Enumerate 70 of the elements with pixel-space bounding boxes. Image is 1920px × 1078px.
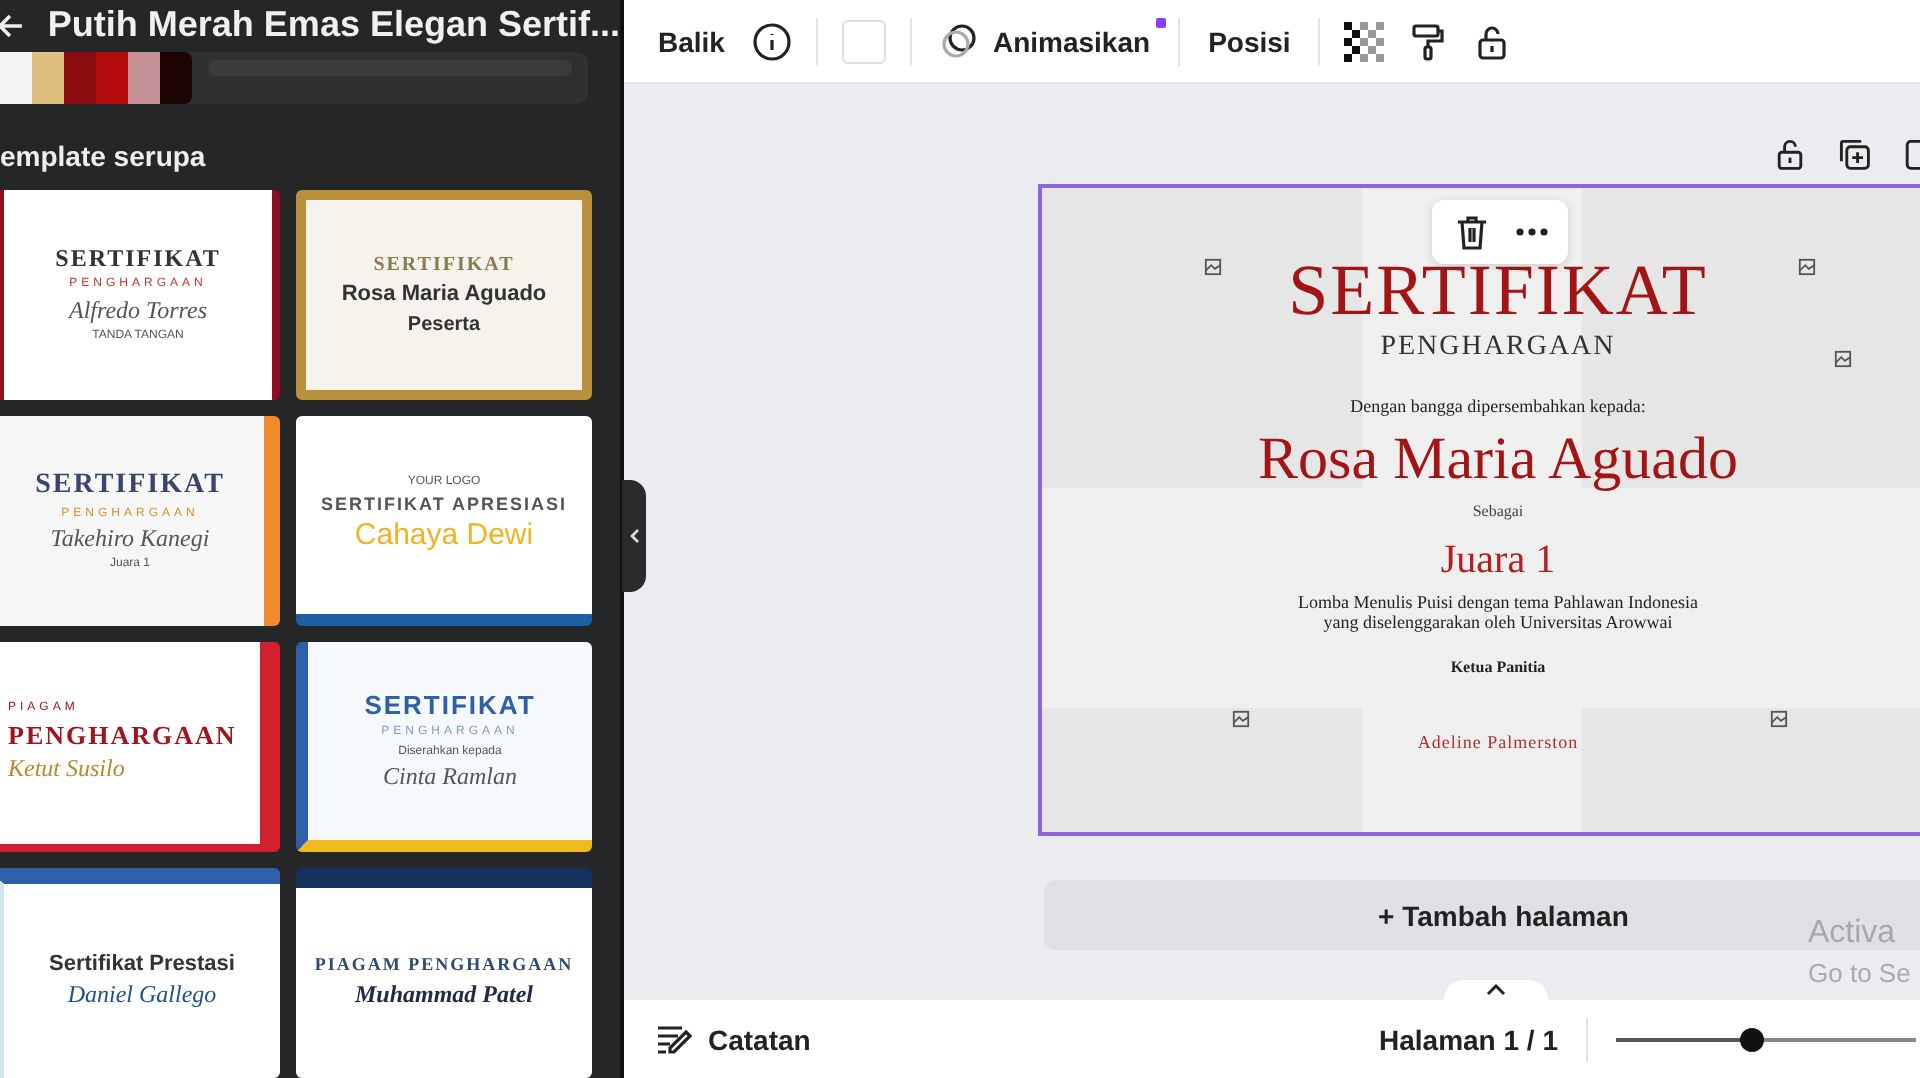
expand-pages-button[interactable] — [1444, 980, 1548, 1000]
template-text: Rosa Maria Aguado — [341, 282, 547, 308]
watermark-text: Go to Se — [1808, 958, 1911, 988]
watermark-text: Activa — [1808, 916, 1896, 952]
broken-image-icon — [1204, 258, 1222, 276]
color-swatch[interactable] — [128, 52, 160, 104]
certificate-text: Lomba Menulis Puisi dengan tema Pahlawan Indonesia — [1298, 593, 1698, 614]
template-text: Cahaya Dewi — [354, 520, 534, 554]
template-text: PIAGAM PENGHARGAAN — [314, 956, 574, 977]
template-text: SERTIFIKAT — [55, 246, 221, 273]
caret-up-icon — [1486, 984, 1506, 996]
transparency-button[interactable] — [1344, 21, 1385, 61]
lock-icon — [1772, 136, 1808, 172]
notes-button[interactable]: Catatan — [654, 1019, 811, 1059]
more-icon — [1516, 228, 1548, 236]
template-text: Takehiro Kanegi — [50, 526, 210, 553]
info-icon — [752, 21, 793, 61]
collapse-panel-button[interactable] — [622, 480, 646, 592]
template-text: SERTIFIKAT — [35, 470, 225, 501]
certificate-text: yang diselenggarakan oleh Universitas Arowwai — [1323, 613, 1673, 633]
template-text: Alfredo Torres — [68, 298, 207, 325]
animate-icon — [940, 21, 981, 61]
template-text: Peserta — [407, 313, 481, 336]
certificate-text: Juara 1 — [1440, 537, 1556, 582]
flip-button[interactable]: Balik — [654, 17, 729, 65]
back-arrow-icon[interactable] — [0, 11, 24, 39]
template-text: SERTIFIKAT APRESIASI — [320, 495, 567, 515]
template-text: Sertifikat Prestasi — [49, 952, 235, 977]
certificate-text: SERTIFIKAT — [1288, 252, 1708, 332]
delete-button[interactable] — [1452, 212, 1492, 252]
broken-image-icon — [1834, 350, 1852, 368]
position-button[interactable]: Posisi — [1204, 17, 1295, 65]
template-text: PENGHARGAAN — [8, 722, 237, 751]
broken-image-icon — [1798, 258, 1816, 276]
template-text: Ketut Susilo — [8, 756, 125, 784]
color-swatch[interactable] — [0, 52, 32, 104]
template-thumbnail[interactable]: Sertifikat Prestasi Daniel Gallego — [0, 868, 280, 1078]
section-heading: emplate serupa — [0, 140, 208, 172]
color-swatch[interactable] — [64, 52, 96, 104]
design-title: Putih Merah Emas Elegan Sertif... — [47, 4, 620, 46]
chevron-left-icon — [629, 528, 639, 544]
copy-style-button[interactable] — [1408, 21, 1449, 61]
certificate-text: PENGHARGAAN — [1380, 331, 1616, 362]
certificate-text: Sebagai — [1472, 503, 1524, 522]
zoom-slider[interactable] — [1616, 1027, 1916, 1051]
trash-icon — [1452, 212, 1492, 252]
certificate-page[interactable] — [1038, 184, 1920, 836]
animate-button[interactable]: Animasikan — [936, 13, 1155, 69]
certificate-text: Adeline Palmerston — [1417, 734, 1579, 755]
template-text: Cinta Ramlan — [382, 764, 517, 791]
template-text: Muhammad Patel — [354, 982, 533, 1010]
page-indicator[interactable]: Halaman 1 / 1 — [1379, 1023, 1558, 1055]
broken-image-icon — [1232, 710, 1250, 728]
template-thumbnail[interactable]: SERTIFIKAT Rosa Maria Aguado Peserta — [296, 190, 592, 400]
slider-thumb[interactable] — [1739, 1027, 1763, 1051]
template-thumbnail[interactable]: PIAGAM PENGHARGAAN Muhammad Patel — [296, 868, 592, 1078]
color-swatch[interactable] — [32, 52, 64, 104]
template-text: SERTIFIKAT — [364, 691, 536, 720]
paint-roller-icon — [1408, 21, 1449, 61]
template-text: Daniel Gallego — [67, 982, 217, 1010]
template-text: SERTIFIKAT — [373, 254, 515, 277]
color-picker-button[interactable] — [842, 19, 887, 63]
checkerboard-icon — [1344, 21, 1385, 61]
color-swatch[interactable] — [96, 52, 128, 104]
broken-image-icon — [1770, 710, 1788, 728]
certificate-text: Ketua Panitia — [1450, 660, 1546, 679]
certificate-text: Rosa Maria Aguado — [1258, 425, 1738, 492]
color-swatch[interactable] — [160, 52, 192, 104]
certificate-text: Dengan bangga dipersembahkan kepada: — [1350, 397, 1646, 418]
duplicate-icon — [1836, 136, 1872, 172]
